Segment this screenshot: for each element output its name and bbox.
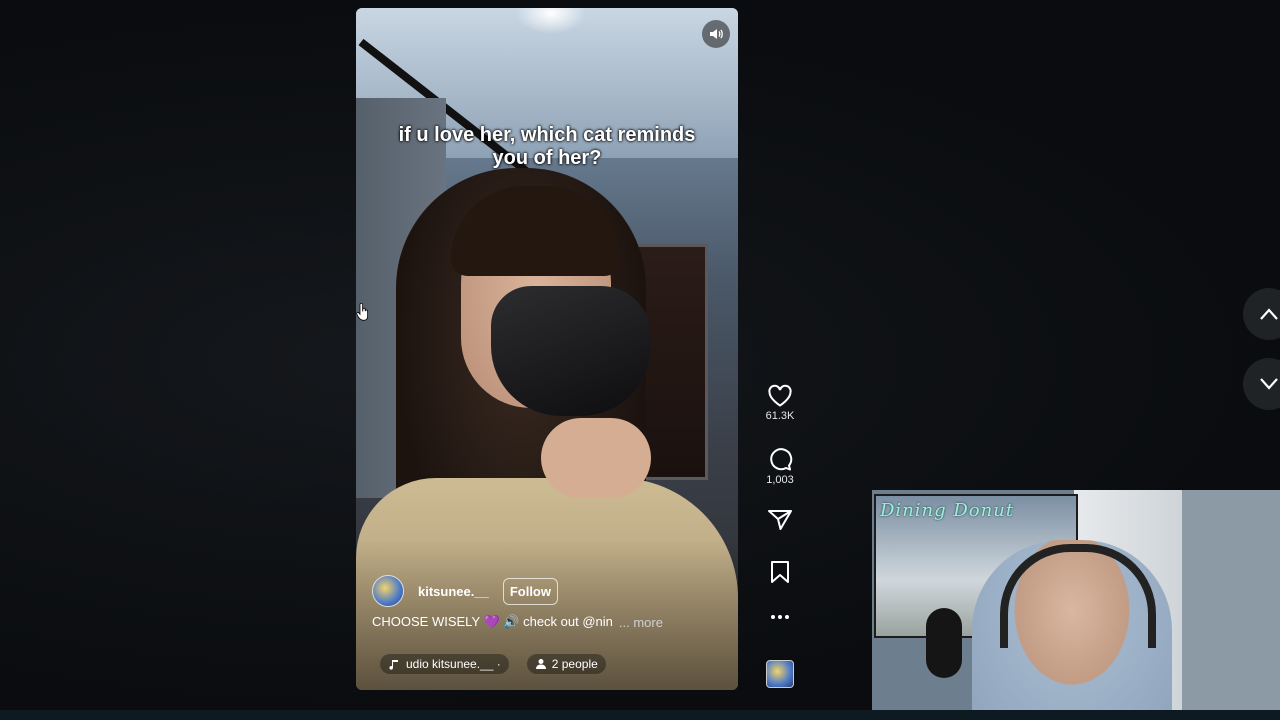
reel-video[interactable]: if u love her, which cat reminds you of … [356, 8, 738, 690]
mute-button[interactable] [702, 20, 730, 48]
audio-row: udio kitsunee.__ · 2 people [380, 654, 606, 674]
more-action[interactable] [760, 612, 800, 622]
webcam-title: Dining Donut [880, 500, 1015, 521]
share-icon[interactable] [767, 508, 793, 532]
like-action[interactable]: 61.3K [760, 384, 800, 422]
comment-icon[interactable] [767, 446, 793, 472]
people-pill[interactable]: 2 people [526, 654, 606, 674]
description-text: CHOOSE WISELY 💜 🔊 check out @nin [372, 614, 613, 629]
screen: if u love her, which cat reminds you of … [0, 0, 1280, 720]
previous-reel-button[interactable] [1243, 288, 1280, 340]
more-link[interactable]: ... more [619, 615, 663, 630]
audio-thumbnail[interactable] [760, 660, 800, 688]
music-note-icon [389, 660, 398, 670]
heart-icon[interactable] [767, 384, 793, 408]
share-action[interactable] [760, 508, 800, 532]
speaker-icon [710, 29, 723, 39]
chevron-down-icon [1260, 378, 1278, 390]
audio-pill[interactable]: udio kitsunee.__ · [380, 654, 509, 674]
taskbar-strip [0, 710, 1280, 720]
audio-cover [766, 660, 794, 688]
bookmark-icon[interactable] [769, 560, 791, 584]
comment-count: 1,003 [766, 474, 794, 486]
username[interactable]: kitsunee.__ [418, 584, 489, 599]
people-label: 2 people [551, 657, 598, 671]
face-mask [491, 286, 651, 416]
audio-label: udio kitsunee.__ · [406, 657, 501, 671]
author-row: kitsunee.__ Follow [372, 574, 558, 608]
person-icon [535, 659, 546, 669]
follow-button[interactable]: Follow [502, 577, 558, 605]
save-action[interactable] [760, 560, 800, 584]
like-count: 61.3K [765, 410, 795, 422]
next-reel-button[interactable] [1243, 358, 1280, 410]
webcam-overlay: Dining Donut [872, 490, 1280, 720]
video-caption: if u love her, which cat reminds you of … [398, 124, 696, 169]
description: CHOOSE WISELY 💜 🔊 check out @nin ... mor… [372, 614, 732, 630]
comment-action[interactable]: 1,003 [760, 446, 800, 486]
more-icon[interactable] [769, 612, 791, 622]
microphone [926, 608, 962, 678]
avatar[interactable] [372, 575, 404, 607]
chevron-up-icon [1260, 308, 1278, 320]
hand-cursor-icon [356, 302, 370, 326]
